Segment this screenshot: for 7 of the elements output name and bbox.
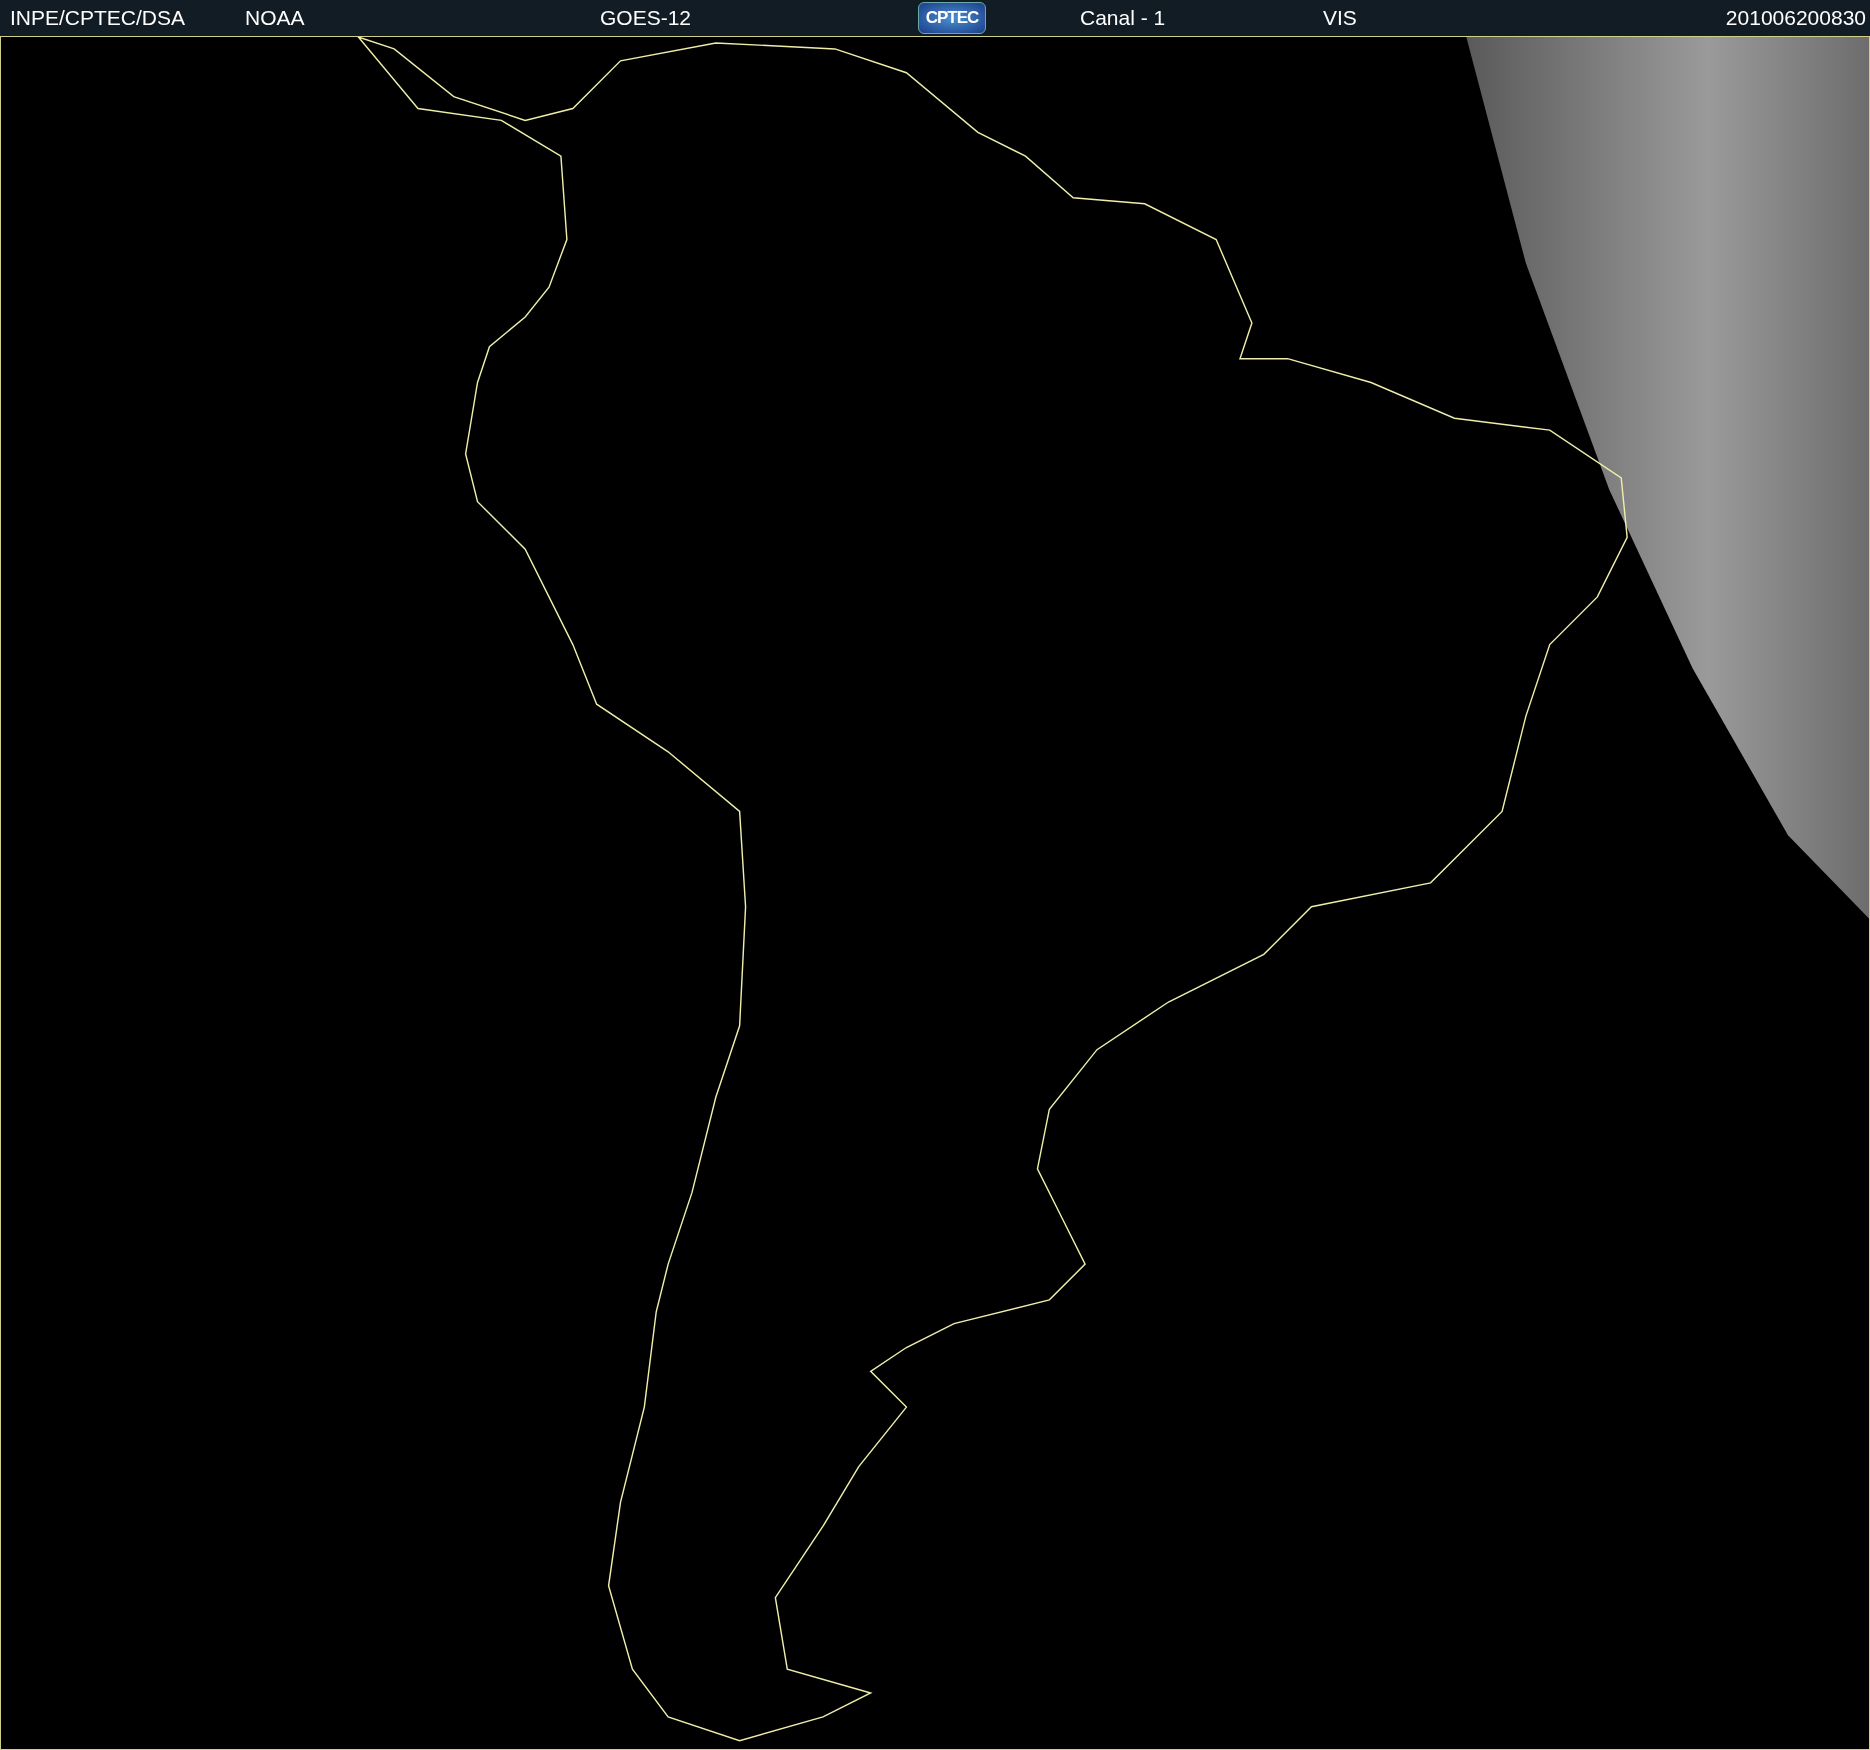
timestamp-label: 201006200830	[1725, 6, 1867, 30]
satellite-label: GOES-12	[600, 6, 693, 30]
logo: CPTEC	[918, 2, 986, 34]
source-label: INPE/CPTEC/DSA	[9, 6, 187, 30]
channel-label: Canal - 1	[1080, 6, 1167, 30]
band-label: VIS	[1323, 6, 1358, 30]
agency-label: NOAA	[245, 6, 306, 30]
